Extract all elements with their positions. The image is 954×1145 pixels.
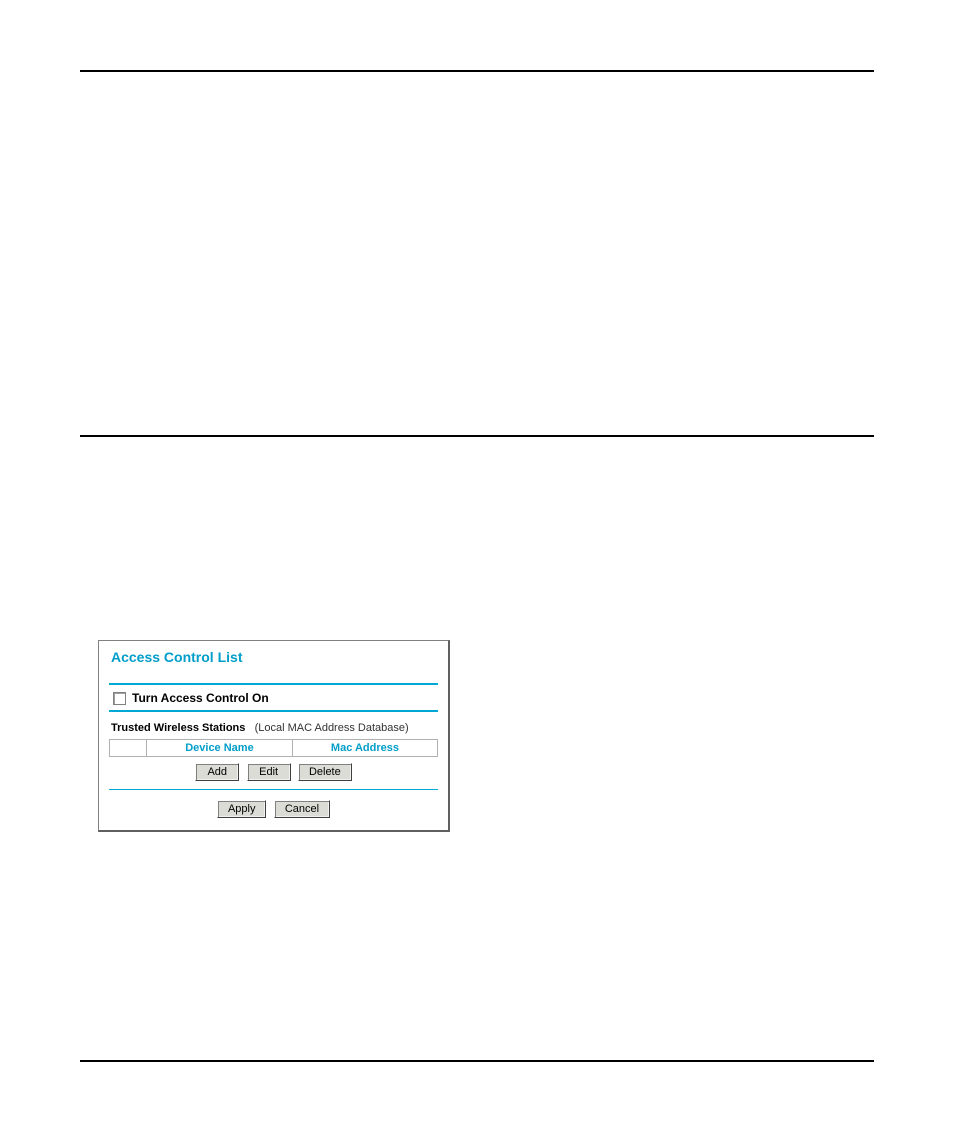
turn-access-control-label: Turn Access Control On xyxy=(132,691,269,705)
divider-top xyxy=(80,70,874,72)
trusted-stations-heading: Trusted Wireless Stations xyxy=(111,722,245,734)
divider-bottom xyxy=(80,1060,874,1062)
access-control-panel: Access Control List Turn Access Control … xyxy=(98,640,450,832)
turn-access-control-checkbox[interactable] xyxy=(113,692,126,705)
page: Access Control List Turn Access Control … xyxy=(0,0,954,1145)
trusted-stations-table: Device Name Mac Address xyxy=(109,739,438,757)
divider-mid xyxy=(80,435,874,437)
edit-button[interactable]: Edit xyxy=(247,763,291,781)
col-mac-address: Mac Address xyxy=(292,740,437,757)
toggle-row: Turn Access Control On xyxy=(109,685,438,710)
panel-divider-2 xyxy=(109,710,438,712)
cancel-button[interactable]: Cancel xyxy=(274,800,330,818)
trusted-stations-subheading: (Local MAC Address Database) xyxy=(255,722,409,734)
trusted-stations-heading-row: Trusted Wireless Stations (Local MAC Add… xyxy=(109,722,438,739)
apply-button[interactable]: Apply xyxy=(217,800,267,818)
table-header-row: Device Name Mac Address xyxy=(110,740,438,757)
col-select xyxy=(110,740,147,757)
add-button[interactable]: Add xyxy=(195,763,239,781)
table-button-row: Add Edit Delete xyxy=(109,757,438,789)
col-device-name: Device Name xyxy=(147,740,293,757)
footer-button-row: Apply Cancel xyxy=(109,790,438,820)
delete-button[interactable]: Delete xyxy=(298,763,352,781)
panel-title: Access Control List xyxy=(111,649,438,665)
